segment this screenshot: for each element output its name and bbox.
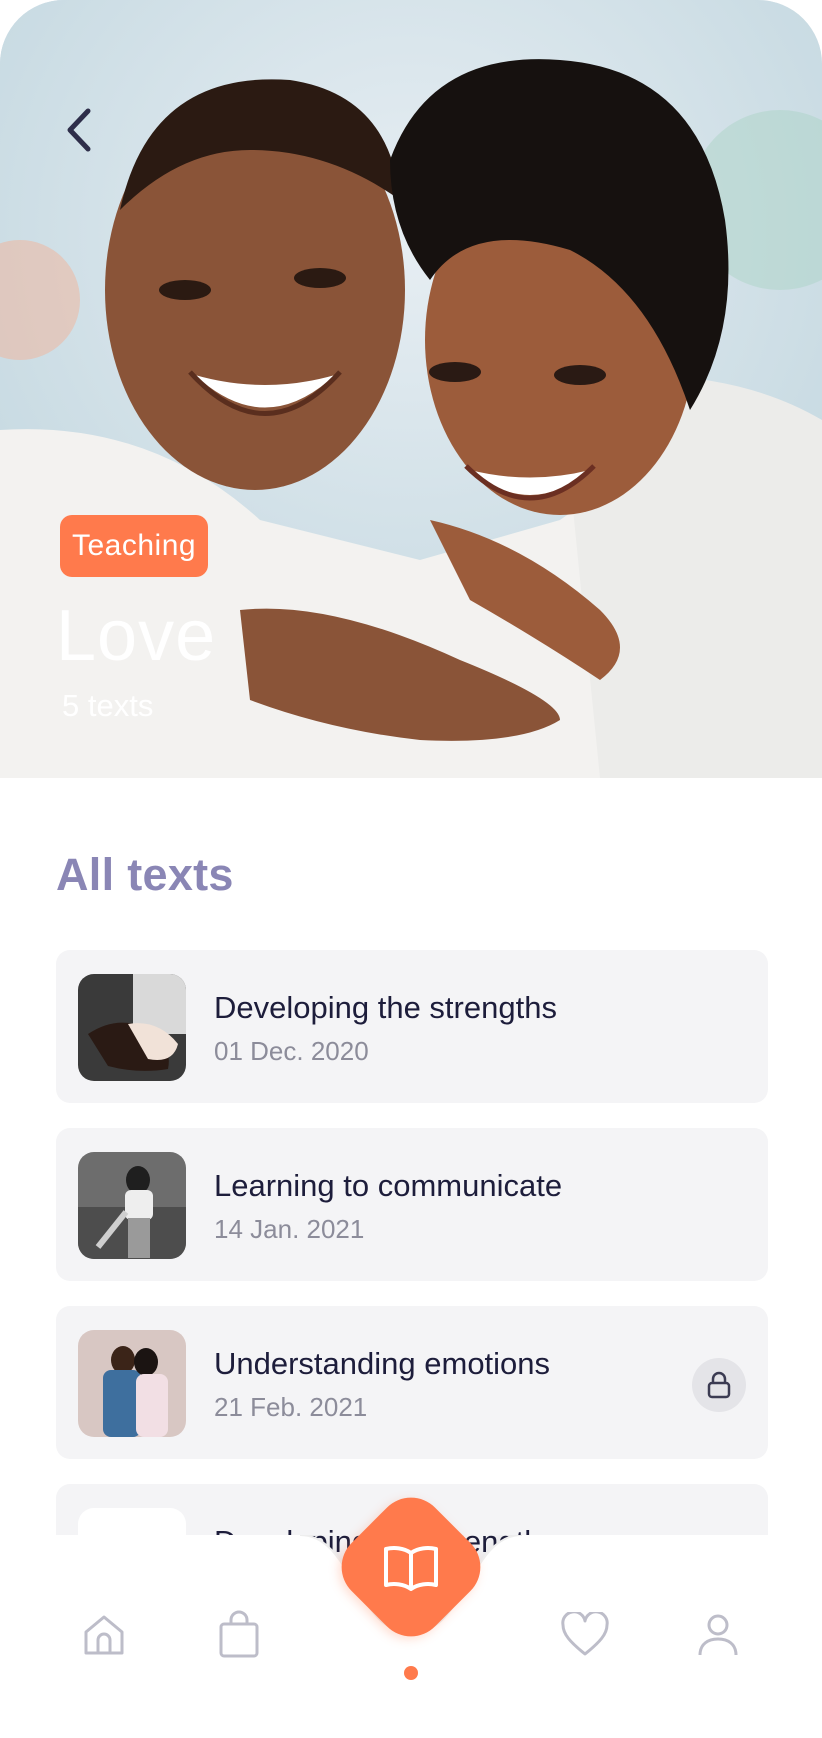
item-title: Developing the strengths: [214, 990, 557, 1025]
home-icon: [84, 1615, 124, 1655]
item-title: Understanding emotions: [214, 1346, 551, 1381]
back-button[interactable]: [60, 105, 116, 161]
list-item[interactable]: Learning to communicate 14 Jan. 2021: [56, 1128, 768, 1281]
text-count: 5 texts: [62, 688, 154, 723]
user-icon: [698, 1614, 738, 1656]
category-badge: Teaching: [60, 515, 209, 577]
lock-badge: [692, 1358, 746, 1412]
active-indicator: [404, 1666, 418, 1680]
item-date: 21 Feb. 2021: [214, 1392, 368, 1422]
item-date: 14 Jan. 2021: [214, 1214, 365, 1244]
nav-home[interactable]: [74, 1605, 134, 1665]
hero-image: Teaching Love 5 texts: [0, 0, 822, 778]
chevron-left-icon: [67, 108, 91, 152]
page-title: Love: [56, 596, 217, 676]
nav-profile[interactable]: [688, 1605, 748, 1665]
heart-icon: [561, 1612, 609, 1656]
item-thumbnail: [78, 1152, 186, 1259]
screen: Teaching Love 5 texts All texts Developi…: [0, 0, 822, 1738]
list-item[interactable]: Developing the strengths 01 Dec. 2020: [56, 950, 768, 1103]
book-icon: [384, 1546, 438, 1591]
list-item[interactable]: Understanding emotions 21 Feb. 2021: [56, 1306, 768, 1459]
nav-favorites[interactable]: [555, 1605, 615, 1665]
item-thumbnail: [78, 1330, 186, 1437]
section-title: All texts: [56, 849, 234, 900]
bag-icon: [219, 1610, 259, 1658]
item-thumbnail: [78, 974, 186, 1081]
item-date: 01 Dec. 2020: [214, 1036, 369, 1066]
lock-icon: [707, 1371, 731, 1399]
nav-shop[interactable]: [209, 1605, 269, 1665]
item-title: Learning to communicate: [214, 1168, 563, 1203]
bottom-nav: [0, 1483, 822, 1738]
